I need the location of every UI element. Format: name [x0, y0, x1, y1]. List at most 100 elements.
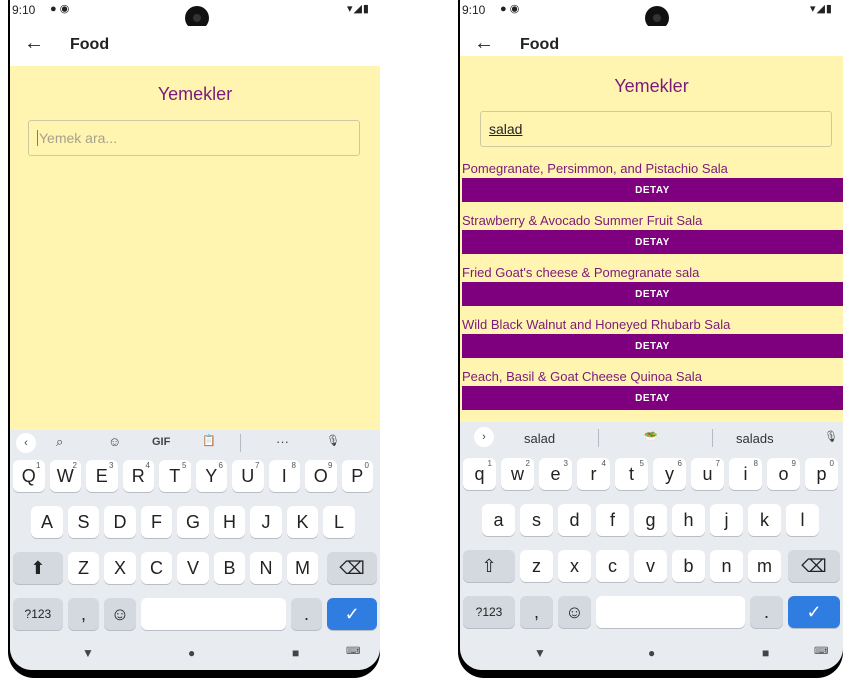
key-m[interactable]: m — [748, 550, 781, 582]
detay-button[interactable]: DETAY — [462, 334, 843, 358]
key-l[interactable]: l — [786, 504, 819, 536]
key-k[interactable]: k — [748, 504, 781, 536]
key-q[interactable]: Q1 — [13, 460, 45, 492]
key-h[interactable]: h — [672, 504, 705, 536]
period-key[interactable]: . — [750, 596, 783, 628]
space-key[interactable] — [140, 598, 286, 630]
nav-back-icon[interactable]: ▼ — [534, 646, 546, 660]
key-j[interactable]: j — [710, 504, 743, 536]
key-j[interactable]: J — [250, 506, 282, 538]
key-u[interactable]: U7 — [232, 460, 264, 492]
nav-home-icon[interactable]: ● — [188, 646, 195, 660]
clipboard-icon[interactable]: 📋 — [202, 434, 216, 447]
key-n[interactable]: n — [710, 550, 743, 582]
toolbar-chevron-icon[interactable]: › — [474, 427, 494, 447]
detay-button[interactable]: DETAY — [462, 282, 843, 306]
key-t[interactable]: T5 — [159, 460, 191, 492]
key-n[interactable]: N — [250, 552, 282, 584]
key-i[interactable]: i8 — [729, 458, 762, 490]
keyboard-switch-icon[interactable]: ⌨ — [346, 646, 360, 657]
backspace-key[interactable]: ⌫ — [327, 552, 377, 584]
key-y[interactable]: Y6 — [195, 460, 227, 492]
comma-key[interactable]: , — [67, 598, 100, 630]
back-arrow-icon[interactable]: ← — [474, 32, 494, 55]
key-z[interactable]: z — [520, 550, 553, 582]
key-v[interactable]: v — [634, 550, 667, 582]
keyboard-switch-icon[interactable]: ⌨ — [814, 646, 828, 657]
period-key[interactable]: . — [290, 598, 323, 630]
key-x[interactable]: X — [104, 552, 136, 584]
key-g[interactable]: g — [634, 504, 667, 536]
backspace-key[interactable]: ⌫ — [788, 550, 840, 582]
key-h[interactable]: H — [213, 506, 246, 538]
nav-home-icon[interactable]: ● — [648, 646, 655, 660]
key-a[interactable]: A — [31, 506, 63, 538]
shift-key[interactable]: ⇧ — [463, 550, 515, 582]
key-g[interactable]: G — [177, 506, 209, 538]
detay-button[interactable]: DETAY — [462, 386, 843, 410]
shift-key[interactable]: ⬆ — [13, 552, 63, 584]
key-w[interactable]: w2 — [501, 458, 534, 490]
symbols-key[interactable]: ?123 — [463, 596, 515, 628]
sticker-icon[interactable]: ☺ — [108, 434, 121, 449]
comma-key[interactable]: , — [520, 596, 553, 628]
enter-check-key[interactable]: ✓ — [327, 598, 377, 630]
key-f[interactable]: F — [140, 506, 173, 538]
key-y[interactable]: y6 — [653, 458, 686, 490]
emoji-key[interactable]: ☺ — [104, 598, 136, 630]
search-icon[interactable]: ⌕ — [56, 434, 63, 450]
key-b[interactable]: B — [213, 552, 246, 584]
key-p[interactable]: P0 — [341, 460, 373, 492]
key-k[interactable]: K — [286, 506, 319, 538]
salad-emoji-suggestion[interactable]: 🥗 — [644, 430, 658, 443]
key-d[interactable]: d — [558, 504, 591, 536]
key-p[interactable]: p0 — [805, 458, 838, 490]
mic-icon[interactable]: 🎙 — [824, 430, 838, 443]
key-s[interactable]: S — [67, 506, 100, 538]
key-b[interactable]: b — [672, 550, 705, 582]
gif-icon[interactable]: GIF — [152, 436, 170, 448]
more-icon[interactable]: ··· — [276, 434, 289, 449]
toolbar-chevron-icon[interactable]: ‹ — [16, 433, 36, 453]
nav-recent-icon[interactable]: ■ — [292, 646, 299, 660]
mic-icon[interactable]: 🎙 — [326, 434, 340, 447]
nav-back-icon[interactable]: ▼ — [82, 646, 94, 660]
key-s[interactable]: s — [520, 504, 553, 536]
key-m[interactable]: M — [286, 552, 319, 584]
key-t[interactable]: t5 — [615, 458, 648, 490]
key-r[interactable]: r4 — [577, 458, 610, 490]
nav-recent-icon[interactable]: ■ — [762, 646, 769, 660]
back-arrow-icon[interactable]: ← — [24, 32, 44, 55]
page-heading: Yemekler — [157, 84, 233, 104]
suggestion-3[interactable]: salads — [736, 431, 774, 446]
key-c[interactable]: C — [140, 552, 173, 584]
key-w[interactable]: W2 — [49, 460, 81, 492]
key-e[interactable]: E3 — [86, 460, 118, 492]
enter-check-key[interactable]: ✓ — [788, 596, 840, 628]
key-x[interactable]: x — [558, 550, 591, 582]
detay-button[interactable]: DETAY — [462, 178, 843, 202]
key-i[interactable]: I8 — [268, 460, 300, 492]
key-r[interactable]: R4 — [122, 460, 154, 492]
key-u[interactable]: u7 — [691, 458, 724, 490]
symbols-key[interactable]: ?123 — [13, 598, 63, 630]
suggestion-1[interactable]: salad — [524, 431, 555, 446]
key-a[interactable]: a — [482, 504, 515, 536]
key-d[interactable]: D — [104, 506, 136, 538]
emoji-key[interactable]: ☺ — [558, 596, 591, 628]
key-q[interactable]: q1 — [463, 458, 496, 490]
key-o[interactable]: O9 — [305, 460, 337, 492]
search-input[interactable]: Yemek ara... — [28, 120, 360, 156]
status-time: 9:10 — [12, 3, 36, 17]
search-input[interactable]: salad — [480, 111, 832, 147]
key-label: Q — [21, 465, 36, 486]
detay-button[interactable]: DETAY — [462, 230, 843, 254]
space-key[interactable] — [596, 596, 745, 628]
key-f[interactable]: f — [596, 504, 629, 536]
key-c[interactable]: c — [596, 550, 629, 582]
key-z[interactable]: Z — [67, 552, 100, 584]
key-l[interactable]: L — [323, 506, 355, 538]
key-v[interactable]: V — [177, 552, 209, 584]
key-e[interactable]: e3 — [539, 458, 572, 490]
key-o[interactable]: o9 — [767, 458, 800, 490]
